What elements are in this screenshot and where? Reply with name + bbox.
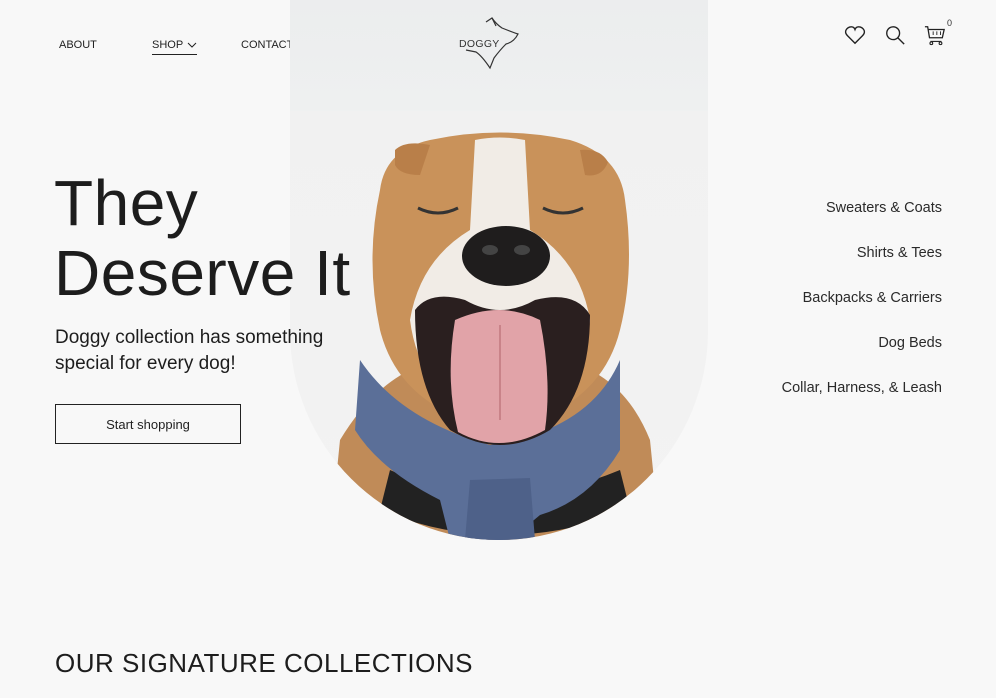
- cart-count-badge: 0: [946, 18, 952, 28]
- nav-contact-link[interactable]: CONTACT: [241, 39, 293, 51]
- category-dog-beds[interactable]: Dog Beds: [782, 335, 942, 380]
- hero-title-line2: Deserve It: [54, 237, 351, 309]
- category-sweaters-coats[interactable]: Sweaters & Coats: [782, 200, 942, 245]
- search-icon: [886, 26, 905, 45]
- nav-shop-label: SHOP: [152, 39, 184, 51]
- hero-title-line1: They: [54, 167, 199, 239]
- heart-icon: [844, 26, 866, 45]
- wishlist-button[interactable]: [844, 24, 866, 46]
- cart-icon: [924, 26, 945, 46]
- signature-collections-title: OUR SIGNATURE COLLECTIONS: [55, 648, 473, 678]
- doggy-logo[interactable]: DOGGY: [456, 16, 522, 72]
- start-shopping-button[interactable]: Start shopping: [55, 404, 241, 444]
- header-icons: 0: [844, 18, 952, 46]
- category-list: Sweaters & Coats Shirts & Tees Backpacks…: [782, 200, 942, 425]
- nav-about-link[interactable]: ABOUT: [59, 39, 97, 51]
- hero-subtitle: Doggy collection has something special f…: [55, 327, 324, 374]
- search-button[interactable]: [884, 24, 906, 46]
- hero-dog-image: [290, 0, 708, 540]
- hero-title: They Deserve It: [54, 168, 351, 308]
- chevron-down-icon: [187, 42, 197, 48]
- category-collar-harness-leash[interactable]: Collar, Harness, & Leash: [782, 380, 942, 425]
- category-backpacks-carriers[interactable]: Backpacks & Carriers: [782, 290, 942, 335]
- logo-text: DOGGY: [459, 38, 500, 50]
- category-shirts-tees[interactable]: Shirts & Tees: [782, 245, 942, 290]
- nav-shop-link[interactable]: SHOP: [152, 39, 198, 55]
- cart-button[interactable]: 0: [924, 18, 952, 46]
